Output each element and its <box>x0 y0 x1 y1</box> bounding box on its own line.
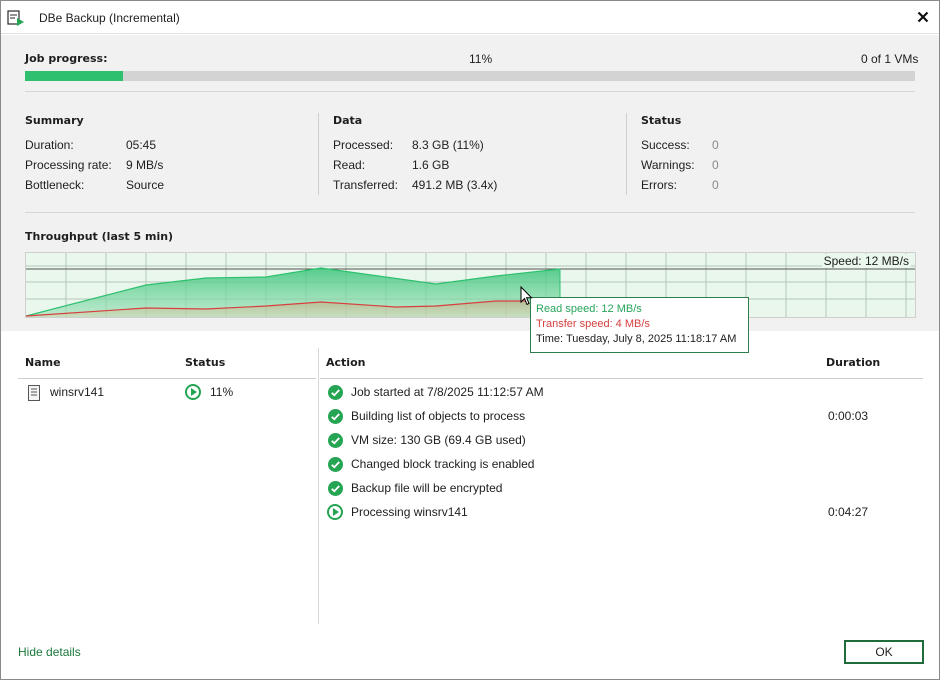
status-title: Status <box>641 114 682 127</box>
status-key: Errors: <box>641 178 677 192</box>
job-progress-fill <box>25 71 123 81</box>
job-progress-label: Job progress: <box>25 52 108 65</box>
divider <box>626 113 627 195</box>
job-stats-panel: Job progress: 11% 0 of 1 VMs Summary Dur… <box>1 35 939 331</box>
check-icon <box>328 457 343 472</box>
hide-details-link[interactable]: Hide details <box>18 645 81 659</box>
job-icon <box>7 9 25 27</box>
tooltip-transfer-speed: Transfer speed: 4 MB/s <box>536 318 650 330</box>
action-duration: 0:04:27 <box>828 505 869 519</box>
tooltip-time: Time: Tuesday, July 8, 2025 11:18:17 AM <box>536 333 737 345</box>
summary-title: Summary <box>25 114 84 127</box>
in-progress-icon <box>185 384 201 400</box>
chart-speed-label: Speed: 12 MB/s <box>821 254 911 268</box>
status-value: 0 <box>712 178 719 192</box>
action-text: Backup file will be encrypted <box>351 481 503 495</box>
title-bar: DBe Backup (Incremental) <box>1 1 939 34</box>
summary-value: 05:45 <box>126 138 157 152</box>
data-value: 8.3 GB (11%) <box>412 138 484 152</box>
ok-button[interactable]: OK <box>844 640 924 664</box>
data-value: 491.2 MB (3.4x) <box>412 178 498 192</box>
close-button[interactable] <box>911 5 935 29</box>
data-key: Read: <box>333 158 366 172</box>
summary-key: Duration: <box>25 138 74 152</box>
action-text: Changed block tracking is enabled <box>351 457 535 471</box>
job-progress-vms: 0 of 1 VMs <box>861 52 919 66</box>
action-text: Processing winsrv141 <box>351 505 468 519</box>
data-key: Processed: <box>333 138 394 152</box>
job-progress-percent: 11% <box>469 52 493 66</box>
action-duration: 0:00:03 <box>828 409 869 423</box>
close-icon <box>917 11 929 23</box>
vm-status: 11% <box>210 385 234 399</box>
job-progress-bar <box>25 71 915 81</box>
status-key: Success: <box>641 138 690 152</box>
tooltip-read-speed: Read speed: 12 MB/s <box>536 303 642 315</box>
mouse-cursor-icon <box>520 285 533 309</box>
data-key: Transferred: <box>333 178 398 192</box>
action-text: Job started at 7/8/2025 11:12:57 AM <box>351 385 544 399</box>
header-status: Status <box>185 356 226 369</box>
header-duration: Duration <box>826 356 881 369</box>
status-value: 0 <box>712 158 719 172</box>
status-value: 0 <box>712 138 719 152</box>
divider <box>318 348 319 624</box>
throughput-chart-svg <box>26 253 915 317</box>
divider <box>318 113 319 195</box>
summary-value: Source <box>126 178 165 192</box>
server-icon <box>28 385 40 401</box>
check-icon <box>328 385 343 400</box>
action-text: VM size: 130 GB (69.4 GB used) <box>351 433 526 447</box>
throughput-chart: Speed: 12 MB/s <box>25 252 916 318</box>
chart-tooltip: Read speed: 12 MB/s Transfer speed: 4 MB… <box>530 297 749 353</box>
header-name: Name <box>25 356 61 369</box>
data-title: Data <box>333 114 363 127</box>
divider <box>25 91 915 92</box>
divider <box>25 212 915 213</box>
check-icon <box>328 433 343 448</box>
check-icon <box>328 481 343 496</box>
data-value: 1.6 GB <box>412 158 450 172</box>
action-text: Building list of objects to process <box>351 409 526 423</box>
summary-key: Processing rate: <box>25 158 112 172</box>
vm-name: winsrv141 <box>50 385 105 399</box>
summary-key: Bottleneck: <box>25 178 85 192</box>
divider <box>320 378 923 379</box>
throughput-title: Throughput (last 5 min) <box>25 230 174 243</box>
divider <box>18 378 316 379</box>
header-action: Action <box>326 356 366 369</box>
backup-job-window: DBe Backup (Incremental) Job progress: 1… <box>0 0 940 680</box>
window-title: DBe Backup (Incremental) <box>39 11 180 25</box>
play-icon <box>327 504 343 520</box>
status-key: Warnings: <box>641 158 695 172</box>
check-icon <box>328 409 343 424</box>
summary-value: 9 MB/s <box>126 158 164 172</box>
